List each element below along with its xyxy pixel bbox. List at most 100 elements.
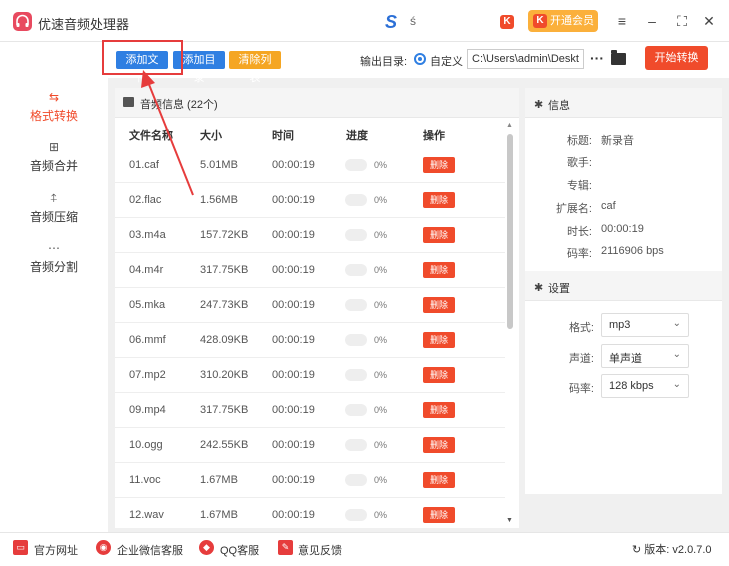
clear-list-button[interactable]: 清除列表 (229, 51, 281, 84)
table-row[interactable]: 06.mmf 428.09KB 00:00:19 0% 删除 (115, 323, 505, 358)
sidebar-item-audio-split[interactable]: ⋯ 音频分割 (0, 241, 108, 275)
progress-bar (345, 439, 367, 451)
bitrate-select[interactable]: 128 kbps ⌄ (601, 374, 689, 398)
custom-radio[interactable] (414, 53, 426, 65)
file-size: 310.20KB (200, 369, 249, 381)
file-list-panel: 音频信息 (22个) 文件名称 大小 时间 进度 操作 01.caf 5.01MB… (115, 88, 519, 533)
table-row[interactable]: 05.mka 247.73KB 00:00:19 0% 删除 (115, 288, 505, 323)
delete-button[interactable]: 删除 (423, 472, 455, 488)
file-name: 10.ogg (129, 439, 163, 451)
k-logo-icon[interactable]: K (500, 15, 514, 29)
maximize-icon[interactable]: ⛶ (672, 11, 692, 31)
feedback-link[interactable]: 意见反馈 (298, 542, 342, 558)
table-row[interactable]: 12.wav 1.67MB 00:00:19 0% 删除 (115, 498, 505, 533)
sidebar-item-label: 音频合并 (29, 159, 78, 173)
website-icon[interactable]: ▭ (13, 540, 28, 555)
convert-icon: ⇆ (48, 90, 60, 104)
delete-button[interactable]: 删除 (423, 367, 455, 383)
delete-button[interactable]: 删除 (423, 157, 455, 173)
progress-bar (345, 404, 367, 416)
menu-icon[interactable]: ≡ (612, 11, 632, 31)
info-key: 专辑: (566, 180, 592, 192)
sidebar-item-format-convert[interactable]: ⇆ 格式转换 (0, 90, 108, 124)
progress-text: 0% (374, 335, 388, 345)
format-label: 格式: (568, 322, 594, 334)
scroll-down-icon[interactable]: ▼ (506, 517, 513, 524)
channel-select[interactable]: 单声道 ⌄ (601, 344, 689, 368)
progress-text: 0% (374, 405, 388, 415)
file-name: 03.m4a (129, 229, 166, 241)
table-row[interactable]: 01.caf 5.01MB 00:00:19 0% 删除 (115, 148, 505, 183)
delete-button[interactable]: 删除 (423, 332, 455, 348)
progress-text: 0% (374, 265, 388, 275)
sidebar-item-label: 音频分割 (29, 260, 78, 274)
file-time: 00:00:19 (272, 404, 315, 416)
minimize-icon[interactable]: – (642, 11, 662, 31)
table-row[interactable]: 04.m4r 317.75KB 00:00:19 0% 删除 (115, 253, 505, 288)
table-row[interactable]: 02.flac 1.56MB 00:00:19 0% 删除 (115, 183, 505, 218)
settings-header: ✱ 设置 (525, 271, 722, 301)
file-name: 05.mka (129, 299, 166, 311)
progress-bar (345, 229, 367, 241)
table-row[interactable]: 11.voc 1.67MB 00:00:19 0% 删除 (115, 463, 505, 498)
output-path-input[interactable] (467, 49, 584, 69)
image-icon (123, 97, 134, 107)
table-row[interactable]: 09.mp4 317.75KB 00:00:19 0% 删除 (115, 393, 505, 428)
file-time: 00:00:19 (272, 474, 315, 486)
qq-service-link[interactable]: QQ客服 (220, 542, 259, 558)
progress-bar (345, 334, 367, 346)
file-size: 5.01MB (200, 159, 238, 171)
file-time: 00:00:19 (272, 264, 315, 276)
progress-bar (345, 299, 367, 311)
bitrate-label: 码率: (568, 383, 594, 395)
progress-bar (345, 194, 367, 206)
table-row[interactable]: 10.ogg 242.55KB 00:00:19 0% 删除 (115, 428, 505, 463)
sidebar-item-audio-merge[interactable]: ⊞ 音频合并 (0, 140, 108, 174)
file-size: 1.67MB (200, 474, 238, 486)
delete-button[interactable]: 删除 (423, 437, 455, 453)
file-name: 02.flac (129, 194, 162, 206)
file-name: 11.voc (129, 474, 161, 486)
file-name: 06.mmf (129, 334, 166, 346)
k-logo-icon: K (533, 14, 547, 28)
info-key: 标题: (566, 135, 592, 147)
file-size: 157.72KB (200, 229, 249, 241)
format-value: mp3 (609, 319, 631, 331)
delete-button[interactable]: 删除 (423, 507, 455, 523)
scroll-up-icon[interactable]: ▲ (506, 122, 513, 129)
app-title: 优速音频处理器 (38, 17, 130, 32)
version-label: ↻ 版本: v2.0.7.0 (632, 544, 712, 556)
info-key: 时长: (566, 226, 592, 238)
gear-icon: ✱ (534, 99, 544, 111)
file-name: 09.mp4 (129, 404, 166, 416)
vip-button[interactable]: K 开通会员 (528, 10, 598, 32)
version-text: 版本: v2.0.7.0 (644, 544, 712, 556)
file-size: 317.75KB (200, 264, 249, 276)
browse-more-button[interactable]: ··· (590, 50, 604, 66)
table-row[interactable]: 03.m4a 157.72KB 00:00:19 0% 删除 (115, 218, 505, 253)
qq-icon[interactable]: ◆ (199, 540, 214, 555)
column-time: 时间 (272, 130, 294, 142)
start-convert-button[interactable]: 开始转换 (645, 46, 708, 70)
scroll-thumb[interactable] (507, 134, 513, 329)
settings-title: 设置 (548, 283, 570, 295)
wechat-icon[interactable]: ◉ (96, 540, 111, 555)
custom-radio-label[interactable]: 自定义 (430, 53, 463, 69)
info-value: 00:00:19 (601, 223, 644, 235)
progress-text: 0% (374, 230, 388, 240)
delete-button[interactable]: 删除 (423, 192, 455, 208)
scrollbar[interactable]: ▲ ▼ (506, 122, 514, 524)
format-select[interactable]: mp3 ⌄ (601, 313, 689, 337)
website-link[interactable]: 官方网址 (34, 542, 78, 558)
sidebar-item-audio-compress[interactable]: ⍏ 音频压缩 (0, 191, 108, 225)
info-key: 歌手: (566, 157, 592, 169)
delete-button[interactable]: 删除 (423, 297, 455, 313)
table-row[interactable]: 07.mp2 310.20KB 00:00:19 0% 删除 (115, 358, 505, 393)
close-icon[interactable]: ✕ (699, 11, 719, 31)
delete-button[interactable]: 删除 (423, 227, 455, 243)
feedback-icon[interactable]: ✎ (278, 540, 293, 555)
delete-button[interactable]: 删除 (423, 262, 455, 278)
folder-icon[interactable] (611, 50, 626, 65)
delete-button[interactable]: 删除 (423, 402, 455, 418)
wechat-service-link[interactable]: 企业微信客服 (117, 542, 183, 558)
